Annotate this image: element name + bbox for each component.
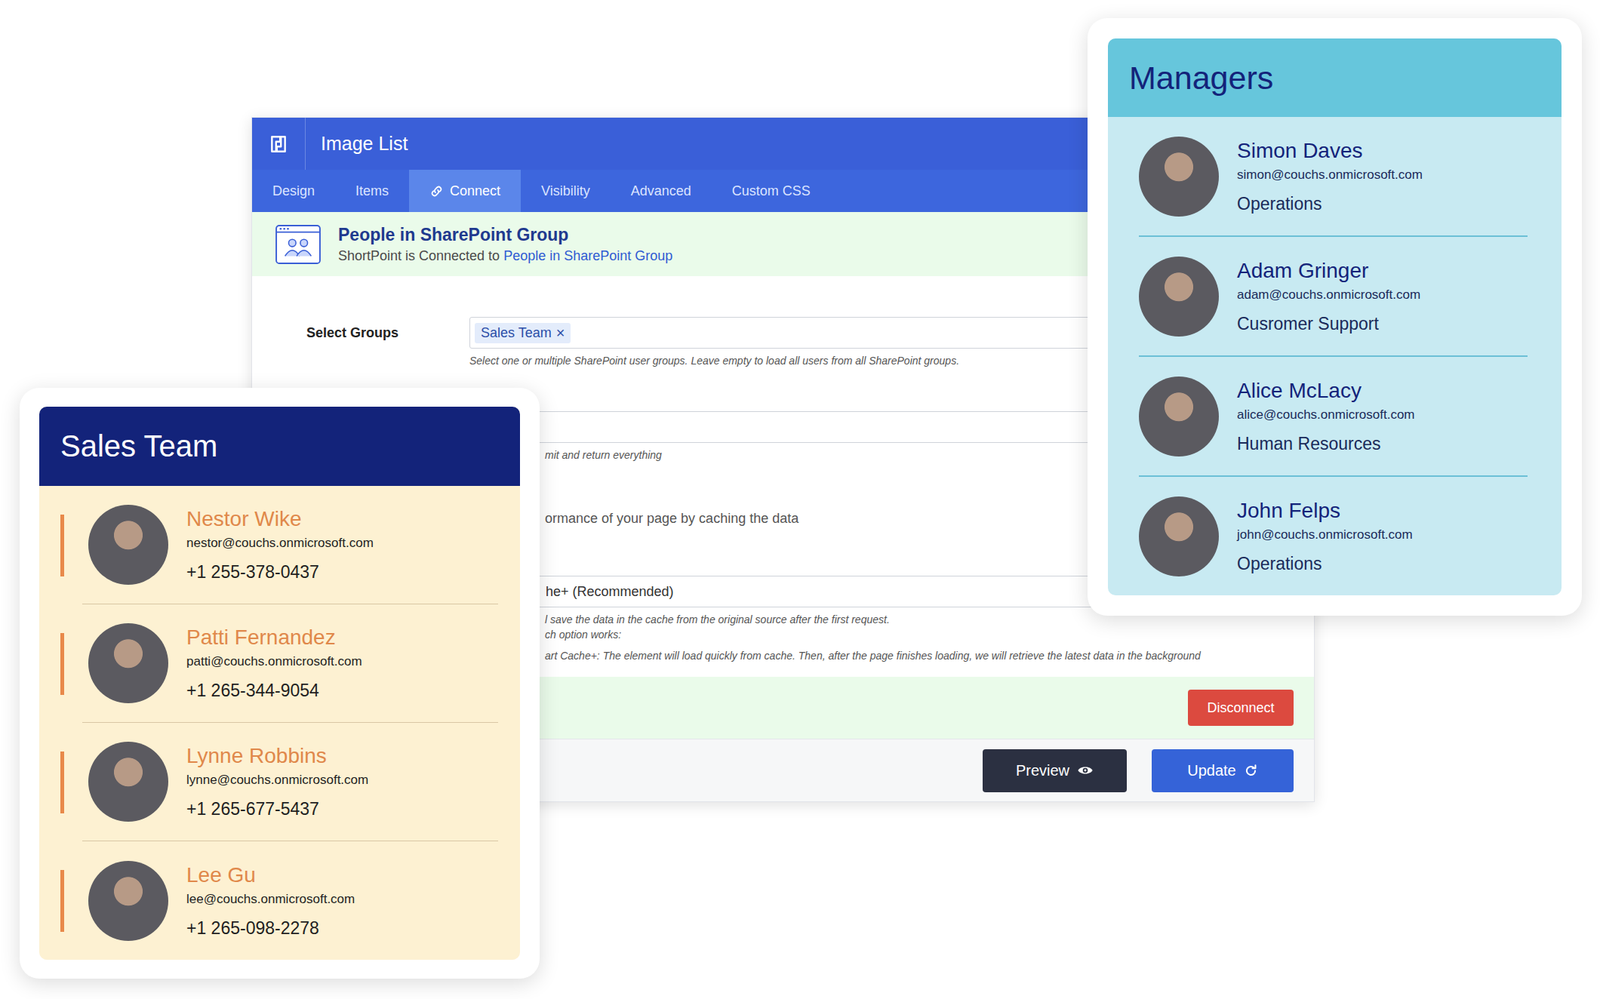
- member-email: lynne@couchs.onmicrosoft.com: [186, 772, 369, 789]
- connection-title: People in SharePoint Group: [338, 223, 673, 247]
- manager-member[interactable]: Adam Gringer adam@couchs.onmicrosoft.com…: [1138, 236, 1528, 357]
- member-department: Operations: [1236, 552, 1413, 576]
- preview-button[interactable]: Preview: [982, 749, 1127, 793]
- avatar-photo: [88, 504, 169, 585]
- shortpoint-logo-icon: [268, 134, 289, 154]
- tab-label: Advanced: [630, 183, 692, 200]
- member-name: John Felps: [1236, 498, 1413, 524]
- people-group-icon: [274, 224, 322, 265]
- member-name: Lee Gu: [186, 862, 355, 889]
- group-chip: Sales Team ×: [474, 323, 571, 344]
- sales-team-header: Sales Team: [39, 406, 520, 487]
- tab[interactable]: Visibility: [520, 169, 611, 213]
- member-phone: +1 255-378-0437: [186, 560, 374, 584]
- avatar-photo: [88, 741, 169, 822]
- managers-header: Managers: [1107, 38, 1562, 117]
- avatar-photo: [88, 861, 169, 942]
- canvas: Image List Design Items Connect Visibili…: [0, 0, 1600, 999]
- member-phone: +1 265-098-2278: [186, 916, 355, 940]
- avatar-photo: [88, 623, 169, 704]
- accent-bar: [60, 870, 65, 933]
- manager-member[interactable]: John Felps john@couchs.onmicrosoft.com O…: [1138, 476, 1528, 596]
- managers-card: Managers Simon Daves simon@couchs.onmicr…: [1087, 18, 1582, 616]
- tab[interactable]: Design: [252, 169, 336, 213]
- accent-bar: [60, 633, 65, 696]
- sales-member[interactable]: Lee Gu lee@couchs.onmicrosoft.com +1 265…: [60, 841, 499, 960]
- tab-label: Connect: [449, 183, 501, 200]
- disconnect-button[interactable]: Disconnect: [1187, 689, 1294, 727]
- chip-label: Sales Team: [480, 325, 552, 342]
- manager-member[interactable]: Simon Daves simon@couchs.onmicrosoft.com…: [1138, 116, 1528, 237]
- avatar-photo: [1138, 256, 1219, 337]
- manager-member[interactable]: Alice McLacy alice@couchs.onmicrosoft.co…: [1138, 356, 1528, 477]
- cache-note: art Cache+: The element will load quickl…: [469, 648, 1257, 664]
- tab-label: Design: [272, 183, 315, 200]
- accent-bar: [60, 751, 65, 814]
- member-name: Nestor Wike: [186, 506, 374, 533]
- member-department: Cusromer Support: [1236, 312, 1421, 336]
- member-phone: +1 265-344-9054: [186, 679, 363, 702]
- tab[interactable]: Connect: [409, 169, 521, 213]
- member-phone: +1 265-677-5437: [186, 797, 369, 821]
- avatar-photo: [1138, 496, 1219, 577]
- logo-box: [252, 117, 306, 170]
- tab-label: Custom CSS: [732, 183, 811, 200]
- link-icon: [429, 184, 444, 199]
- chip-remove[interactable]: ×: [556, 325, 566, 341]
- member-department: Human Resources: [1236, 432, 1416, 456]
- banner-text: People in SharePoint Group ShortPoint is…: [338, 223, 673, 266]
- sales-team-title: Sales Team: [60, 429, 218, 464]
- tab[interactable]: Custom CSS: [711, 169, 831, 213]
- member-name: Simon Daves: [1236, 138, 1423, 164]
- managers-title: Managers: [1129, 59, 1274, 97]
- member-name: Patti Fernandez: [186, 624, 363, 651]
- member-email: patti@couchs.onmicrosoft.com: [186, 653, 363, 671]
- accent-bar: [60, 514, 65, 577]
- connection-subtitle: ShortPoint is Connected to People in Sha…: [338, 246, 673, 266]
- member-email: nestor@couchs.onmicrosoft.com: [186, 535, 374, 552]
- member-email: simon@couchs.onmicrosoft.com: [1236, 166, 1423, 184]
- tab-label: Visibility: [541, 183, 591, 200]
- member-email: lee@couchs.onmicrosoft.com: [186, 891, 355, 908]
- panel-title: Image List: [320, 132, 408, 155]
- sales-team-card: Sales Team Nestor Wike nestor@couchs.onm…: [19, 387, 540, 979]
- member-email: adam@couchs.onmicrosoft.com: [1236, 286, 1421, 304]
- member-email: alice@couchs.onmicrosoft.com: [1236, 406, 1416, 424]
- member-name: Lynne Robbins: [186, 743, 369, 770]
- member-department: Operations: [1236, 192, 1423, 216]
- sales-team-list: Nestor Wike nestor@couchs.onmicrosoft.co…: [39, 486, 520, 960]
- managers-list: Simon Daves simon@couchs.onmicrosoft.com…: [1107, 116, 1562, 596]
- sales-member[interactable]: Patti Fernandez patti@couchs.onmicrosoft…: [60, 604, 499, 724]
- member-name: Alice McLacy: [1236, 378, 1416, 404]
- refresh-icon: [1243, 763, 1259, 779]
- tab[interactable]: Advanced: [610, 169, 712, 213]
- sales-member[interactable]: Lynne Robbins lynne@couchs.onmicrosoft.c…: [60, 723, 499, 842]
- tab-label: Items: [355, 183, 389, 200]
- member-email: john@couchs.onmicrosoft.com: [1236, 526, 1413, 544]
- member-name: Adam Gringer: [1236, 258, 1421, 284]
- update-button[interactable]: Update: [1151, 749, 1294, 793]
- group-box: [273, 222, 324, 267]
- avatar-photo: [1138, 136, 1219, 217]
- tab[interactable]: Items: [335, 169, 410, 213]
- select-groups-label: Select Groups: [306, 316, 470, 369]
- sales-member[interactable]: Nestor Wike nestor@couchs.onmicrosoft.co…: [60, 486, 499, 605]
- cache-note: ch option works:: [469, 627, 1257, 643]
- connection-link[interactable]: People in SharePoint Group: [503, 248, 673, 264]
- avatar-photo: [1138, 376, 1219, 457]
- eye-icon: [1076, 762, 1094, 779]
